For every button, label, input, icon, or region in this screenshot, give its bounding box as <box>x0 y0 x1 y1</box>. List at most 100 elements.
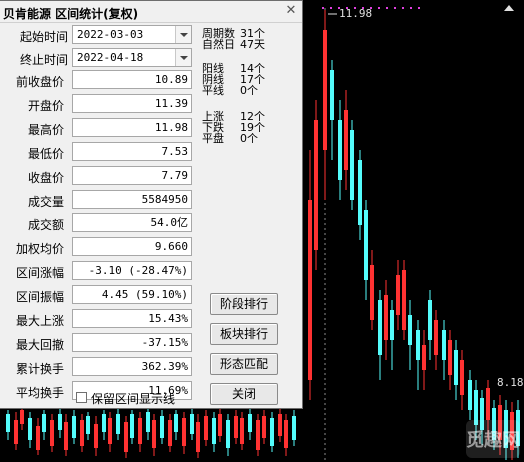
interval-amplitude-field[interactable]: 4.45 (59.10%) <box>72 285 192 304</box>
candle-body <box>174 414 178 432</box>
stat-label: 平线 <box>202 84 224 97</box>
max-drawdown-label: 最大回撤 <box>15 338 64 352</box>
candle-body <box>190 414 194 434</box>
weighted-avg-price-label: 加权均价 <box>15 242 64 256</box>
candle-body <box>256 420 260 450</box>
interval-change-field[interactable]: -3.10 (-28.47%) <box>72 261 192 280</box>
end-time-label: 终止时间 <box>19 53 68 67</box>
open-price-field[interactable]: 11.39 <box>72 94 192 113</box>
max-rise-field[interactable]: 15.43% <box>72 309 192 328</box>
max-drawdown-field[interactable]: -37.15% <box>72 333 192 352</box>
period-stats: 周期数 31个 自然日 47天 <box>202 28 265 50</box>
candle-body <box>390 310 394 340</box>
candle-body <box>278 414 282 436</box>
pattern-match-button[interactable]: 形态匹配 <box>210 353 278 375</box>
high-price-field[interactable]: 11.98 <box>72 118 192 137</box>
interval-amplitude-label: 区间振幅 <box>15 290 64 304</box>
candle-body <box>130 414 134 438</box>
end-date-picker[interactable]: 2022-04-18 <box>72 48 192 67</box>
natural-days-line: 自然日 47天 <box>202 39 265 50</box>
candle-body <box>226 420 230 448</box>
chart-low-price-label: 8.18 <box>497 376 524 389</box>
candle-body <box>314 120 318 250</box>
start-date-chevron-down-icon[interactable] <box>175 26 191 43</box>
stage-rank-button[interactable]: 阶段排行 <box>210 293 278 315</box>
dialog-titlebar[interactable]: 贝肯能源 区间统计(复权) ✕ <box>0 1 302 23</box>
stat-label: 平盘 <box>202 132 224 145</box>
low-price-field[interactable]: 7.53 <box>72 142 192 161</box>
stat-label: 自然日 <box>202 38 235 51</box>
candle-body <box>160 416 164 438</box>
candle-body <box>350 130 354 200</box>
stat-value: 0个 <box>240 84 258 97</box>
keep-interval-label: 保留区间显示线 <box>91 392 176 406</box>
start-date-picker[interactable]: 2022-03-03 <box>72 25 192 44</box>
candle-body <box>240 418 244 444</box>
candle-body <box>422 345 426 370</box>
candle-body <box>182 418 186 446</box>
volume-label: 成交量 <box>27 195 64 209</box>
candle-body <box>36 426 40 450</box>
candle-body <box>168 420 172 446</box>
candle-body <box>434 320 438 355</box>
candle-body <box>64 422 68 450</box>
candle-body <box>364 210 368 280</box>
candle-body <box>448 340 452 375</box>
candle-body <box>270 418 274 446</box>
candle-body <box>42 414 46 432</box>
candle-body <box>486 388 490 420</box>
candle-body <box>212 418 216 444</box>
candle-body <box>6 414 10 432</box>
candle-body <box>460 360 464 395</box>
close-price-field[interactable]: 7.79 <box>72 166 192 185</box>
interval-change-label: 区间涨幅 <box>15 266 64 280</box>
candle-body <box>86 416 90 434</box>
close-button[interactable]: 关闭 <box>210 383 278 405</box>
candle-body <box>204 416 208 440</box>
sector-rank-button[interactable]: 板块排行 <box>210 323 278 345</box>
prev-close-label: 前收盘价 <box>15 75 64 89</box>
candle-body <box>338 120 342 180</box>
end-date-value: 2022-04-18 <box>77 51 144 64</box>
candle-body <box>370 265 374 320</box>
weighted-avg-price-field[interactable]: 9.660 <box>72 237 192 256</box>
close-price-label: 收盘价 <box>27 171 64 185</box>
candle-body <box>454 350 458 385</box>
candle-body <box>396 275 400 315</box>
candle-body <box>416 330 420 360</box>
stat-value: 47天 <box>240 38 265 51</box>
candle-body <box>116 414 120 434</box>
prev-close-field[interactable]: 10.89 <box>72 70 192 89</box>
max-rise-label: 最大上涨 <box>15 314 64 328</box>
low-price-label: 最低价 <box>27 147 64 161</box>
candle-body <box>384 295 388 340</box>
candle-body <box>80 420 84 446</box>
candle-body <box>308 200 312 380</box>
candle-body <box>124 422 128 452</box>
candle-body <box>442 330 446 360</box>
flat-line-count: 平线 0个 <box>202 85 265 96</box>
start-time-label: 起始时间 <box>19 30 68 44</box>
turnover-amount-field[interactable]: 54.0亿 <box>72 213 192 232</box>
high-price-label: 最高价 <box>27 123 64 137</box>
candle-body <box>218 414 222 436</box>
end-date-chevron-down-icon[interactable] <box>175 49 191 66</box>
candle-body <box>468 380 472 410</box>
candle-body <box>108 418 112 444</box>
flat-count: 平盘 0个 <box>202 133 265 144</box>
keep-interval-checkbox[interactable] <box>76 392 87 403</box>
volume-field[interactable]: 5584950 <box>72 190 192 209</box>
candle-body <box>50 420 54 446</box>
dialog-title: 贝肯能源 区间统计(复权) <box>3 7 139 21</box>
cumulative-turnover-field[interactable]: 362.39% <box>72 357 192 376</box>
candle-body <box>323 30 327 150</box>
close-icon[interactable]: ✕ <box>283 3 299 19</box>
candle-body <box>378 300 382 355</box>
candle-body <box>330 70 334 120</box>
candle-body <box>402 270 406 330</box>
candle-body <box>14 420 18 444</box>
candle-body <box>152 420 156 448</box>
candle-body <box>262 416 266 438</box>
candle-body <box>358 160 362 225</box>
candle-body <box>94 424 98 448</box>
